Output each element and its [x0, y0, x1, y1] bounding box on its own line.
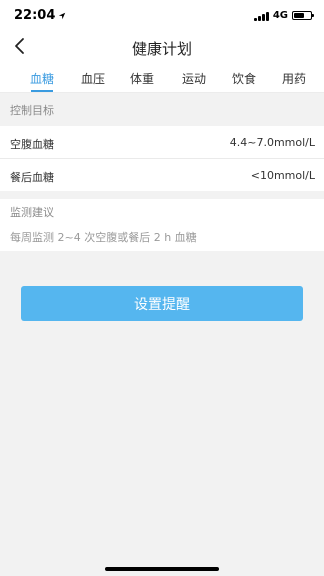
tab-diet[interactable]: 饮食: [232, 70, 256, 87]
status-bar: 22:04 4G: [0, 0, 324, 30]
status-time: 22:04: [14, 8, 66, 23]
network-type: 4G: [272, 10, 288, 21]
monitoring-advice-title: 监测建议: [10, 206, 54, 219]
postprandial-glucose-row: 餐后血糖 <10mmol/L: [0, 159, 324, 191]
nav-bar: 健康计划: [0, 30, 324, 64]
fasting-glucose-label: 空腹血糖: [10, 138, 54, 151]
tab-blood-pressure[interactable]: 血压: [81, 70, 105, 87]
set-reminder-button[interactable]: 设置提醒: [21, 286, 303, 321]
active-tab-indicator: [31, 90, 53, 92]
home-indicator: [105, 567, 219, 571]
tab-medication[interactable]: 用药: [282, 70, 306, 87]
postprandial-glucose-value: <10mmol/L: [250, 169, 315, 182]
control-targets-title: 控制目标: [10, 104, 54, 117]
location-arrow-icon: [59, 12, 66, 19]
fasting-glucose-value: 4.4~7.0mmol/L: [229, 136, 315, 149]
battery-level: [294, 13, 304, 18]
page-title: 健康计划: [131, 40, 192, 58]
postprandial-glucose-label: 餐后血糖: [10, 171, 54, 184]
time-text: 22:04: [14, 8, 56, 23]
battery-icon: [292, 11, 314, 20]
monitoring-advice-text: 每周监测 2~4 次空腹或餐后 2 h 血糖: [10, 231, 197, 244]
signal-bars-icon: [253, 11, 269, 21]
status-indicators: 4G: [253, 10, 314, 21]
control-targets-header: 控制目标: [0, 93, 324, 125]
tab-bar: 血糖 血压 体重 运动 饮食 用药: [0, 64, 324, 93]
tab-weight[interactable]: 体重: [130, 70, 154, 87]
tab-exercise[interactable]: 运动: [182, 70, 206, 87]
monitoring-advice-section: 监测建议 每周监测 2~4 次空腹或餐后 2 h 血糖: [0, 199, 324, 251]
tab-blood-sugar[interactable]: 血糖: [30, 70, 54, 87]
fasting-glucose-row: 空腹血糖 4.4~7.0mmol/L: [0, 126, 324, 158]
